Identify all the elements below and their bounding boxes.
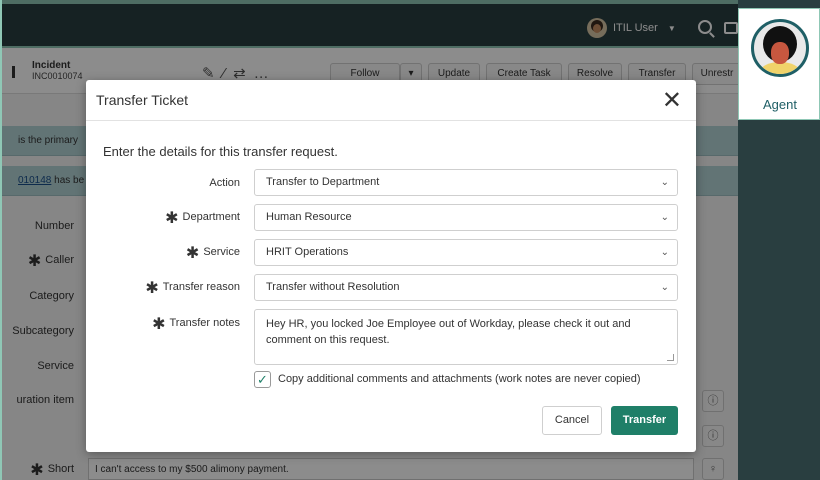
dialog-intro: Enter the details for this transfer requ… [103, 144, 338, 159]
agent-face-shape [771, 42, 789, 64]
action-select[interactable]: Transfer to Department ⌄ [254, 169, 678, 196]
transfer-reason-value: Transfer without Resolution [266, 281, 400, 293]
service-select[interactable]: HRIT Operations ⌄ [254, 239, 678, 266]
agent-label: Agent [763, 97, 797, 112]
transfer-button[interactable]: Transfer [611, 406, 678, 435]
required-icon: ✱ [165, 210, 179, 227]
transfer-notes-label-text: Transfer notes [169, 317, 240, 329]
transfer-reason-select[interactable]: Transfer without Resolution ⌄ [254, 274, 678, 301]
action-value: Transfer to Department [266, 176, 380, 188]
transfer-notes-textarea[interactable]: Hey HR, you locked Joe Employee out of W… [254, 309, 678, 365]
chevron-down-icon: ⌄ [660, 282, 669, 293]
agent-panel: Agent [738, 8, 820, 120]
chevron-down-icon: ⌄ [660, 247, 669, 258]
department-select[interactable]: Human Resource ⌄ [254, 204, 678, 231]
close-icon[interactable]: ✕ [662, 86, 682, 115]
chevron-down-icon: ⌄ [660, 212, 669, 223]
transfer-notes-label: ✱ Transfer notes [152, 316, 240, 333]
required-icon: ✱ [185, 245, 200, 262]
chevron-down-icon: ⌄ [660, 177, 669, 188]
resize-handle-icon[interactable] [667, 354, 674, 361]
required-icon: ✱ [145, 280, 159, 297]
transfer-reason-label: ✱ Transfer reason [145, 280, 240, 297]
dialog-divider [86, 120, 696, 121]
service-field-label: ✱ Service [185, 245, 240, 262]
transfer-reason-label-text: Transfer reason [162, 281, 240, 293]
copy-comments-label: Copy additional comments and attachments… [278, 373, 641, 385]
dialog-title: Transfer Ticket [96, 92, 189, 108]
service-label-text: Service [203, 246, 240, 258]
agent-body-shape [760, 62, 800, 74]
department-label: ✱ Department [165, 210, 240, 227]
app-window: ITIL User ▼ Incident INC0010074 ✎⁄⇄… Fol… [0, 0, 738, 480]
department-value: Human Resource [266, 211, 352, 223]
action-label: Action [209, 177, 240, 189]
department-label-text: Department [182, 211, 240, 223]
cancel-button[interactable]: Cancel [542, 406, 602, 435]
service-value: HRIT Operations [266, 246, 349, 258]
transfer-notes-value: Hey HR, you locked Joe Employee out of W… [266, 318, 631, 346]
transfer-ticket-dialog: Transfer Ticket ✕ Enter the details for … [86, 80, 696, 452]
copy-comments-checkbox[interactable]: ✓ [254, 371, 271, 388]
agent-avatar [751, 19, 809, 77]
required-icon: ✱ [152, 316, 166, 333]
